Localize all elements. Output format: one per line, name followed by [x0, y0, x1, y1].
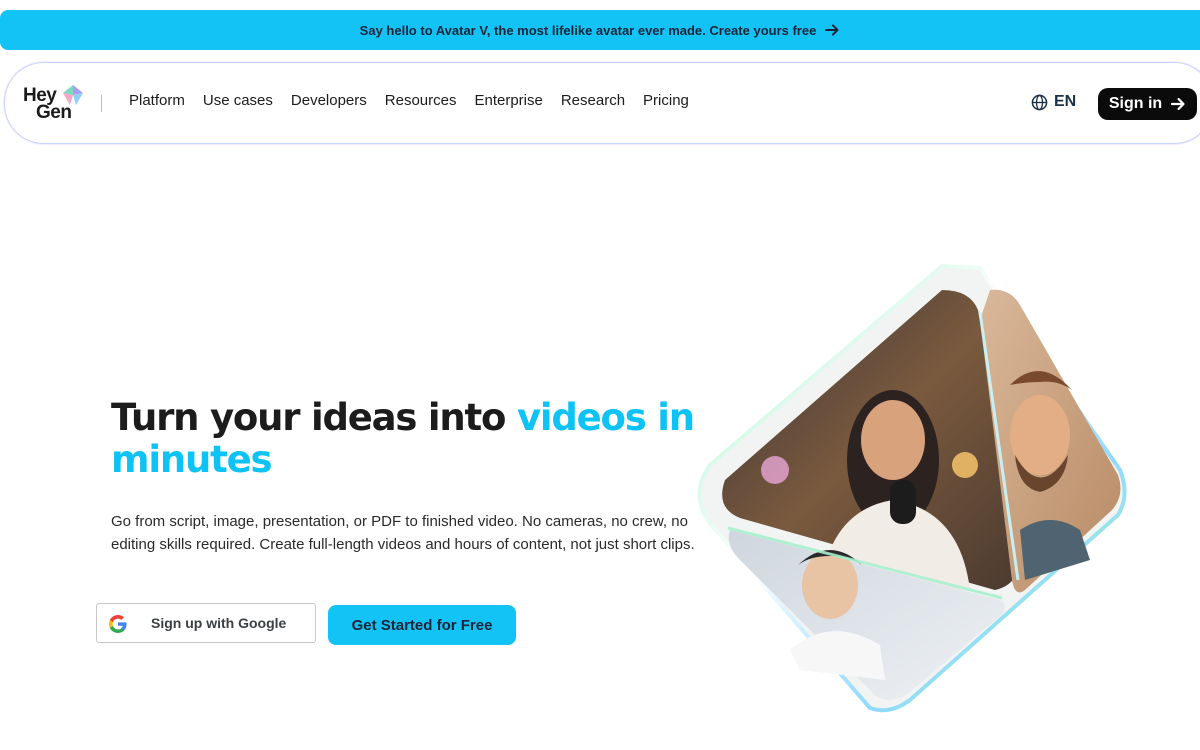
- nav-item-developers[interactable]: Developers: [291, 92, 367, 109]
- hero-title-plain: Turn your ideas into: [111, 396, 517, 439]
- arrow-right-icon: [825, 24, 839, 36]
- nav-item-resources[interactable]: Resources: [385, 92, 457, 109]
- globe-icon: [1031, 94, 1048, 110]
- sign-in-button[interactable]: Sign in: [1098, 88, 1197, 120]
- hero-title: Turn your ideas into videos in minutes: [111, 397, 711, 481]
- top-navbar: Hey Gen Platform Use cases Developers Re…: [4, 62, 1200, 144]
- language-selector[interactable]: EN: [1031, 93, 1076, 111]
- hero-subtitle: Go from script, image, presentation, or …: [111, 513, 695, 553]
- sign-in-label: Sign in: [1108, 95, 1163, 112]
- language-label: EN: [1054, 93, 1077, 110]
- nav-item-use-cases[interactable]: Use cases: [203, 92, 273, 109]
- heygen-logo[interactable]: Hey Gen: [23, 83, 89, 123]
- main-nav: Platform Use cases Developers Resources …: [129, 92, 689, 109]
- get-started-button[interactable]: Get Started for Free: [328, 605, 516, 645]
- logo-divider: [101, 95, 102, 112]
- hero-title-accent: videos in: [516, 396, 695, 439]
- announcement-text: Say hello to Avatar V, the most lifelike…: [359, 22, 817, 38]
- nav-item-research[interactable]: Research: [561, 92, 625, 109]
- logo-text-gen: Gen: [36, 102, 72, 123]
- google-signup-label: Sign up with Google: [151, 615, 287, 631]
- announcement-banner[interactable]: Say hello to Avatar V, the most lifelike…: [0, 10, 1200, 50]
- nav-item-platform[interactable]: Platform: [129, 92, 185, 109]
- google-signup-button[interactable]: Sign up with Google: [96, 603, 316, 643]
- nav-item-pricing[interactable]: Pricing: [643, 92, 689, 109]
- arrow-right-icon: [1171, 97, 1185, 111]
- google-icon: [109, 615, 127, 633]
- get-started-label: Get Started for Free: [351, 616, 493, 634]
- nav-item-enterprise[interactable]: Enterprise: [474, 92, 542, 109]
- hero-avatar-cube-image: [697, 263, 1127, 713]
- hero-title-accent-2: minutes: [111, 438, 273, 481]
- logo-mark-icon: [63, 85, 83, 105]
